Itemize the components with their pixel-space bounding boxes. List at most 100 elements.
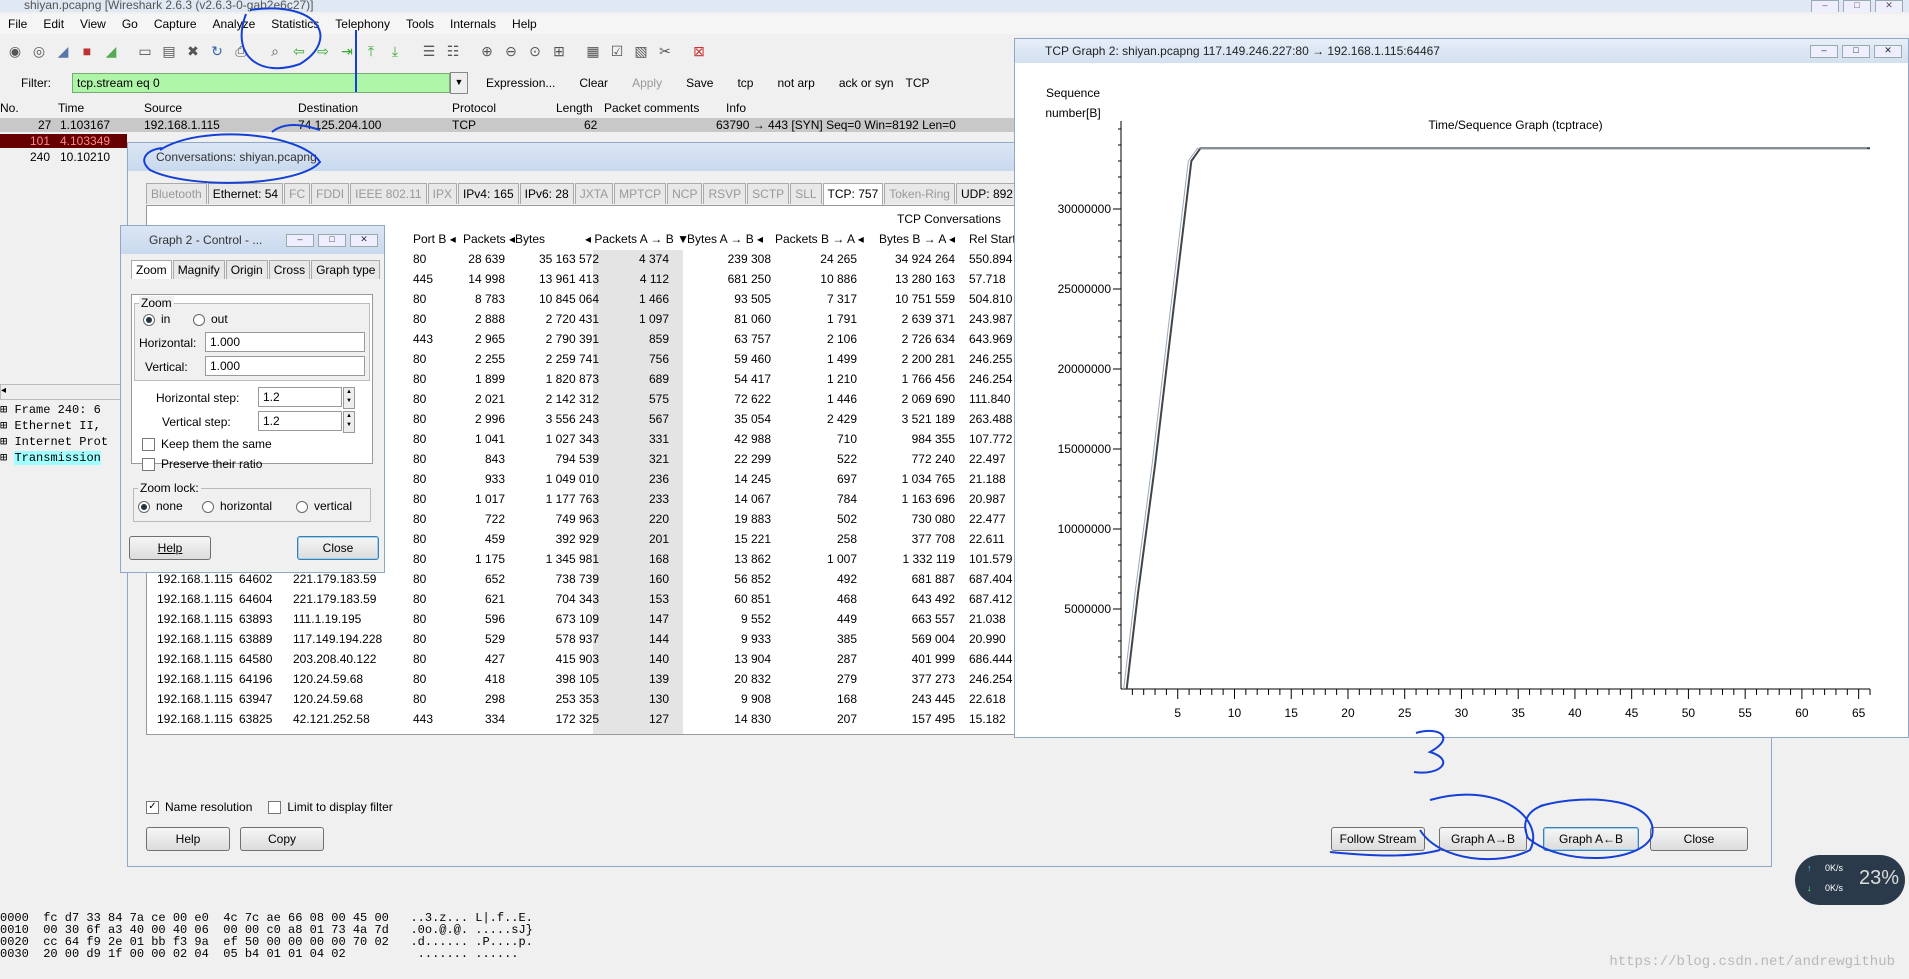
tab-mptcp[interactable]: MPTCP	[614, 183, 667, 204]
name-resolution-checkbox[interactable]: ✓ Name resolution	[146, 800, 252, 815]
menu-go[interactable]: Go	[114, 17, 146, 31]
start-capture-icon[interactable]: ◢	[52, 40, 74, 62]
close-conversations-button[interactable]: Close	[1650, 827, 1748, 851]
tab-ieee80211[interactable]: IEEE 802.11	[350, 183, 427, 204]
menu-edit[interactable]: Edit	[35, 17, 72, 31]
go-to-packet-icon[interactable]: ⇥	[336, 40, 358, 62]
apply-button[interactable]: Apply	[620, 76, 674, 90]
vertical-step-field[interactable]: 1.2	[258, 411, 342, 431]
header-port-b[interactable]: Port B ◂	[413, 232, 456, 246]
tree-item-ip[interactable]: ⊞ Internet Prot	[0, 434, 126, 450]
maximize-button[interactable]: □	[318, 234, 346, 247]
filter-shortcut-not-arp[interactable]: not arp	[765, 76, 826, 90]
menu-telephony[interactable]: Telephony	[327, 17, 398, 31]
header-bytes[interactable]: Bytes	[515, 232, 545, 246]
menu-view[interactable]: View	[72, 17, 114, 31]
tab-sll[interactable]: SLL	[790, 183, 822, 204]
menu-tools[interactable]: Tools	[398, 17, 442, 31]
tab-bluetooth[interactable]: Bluetooth	[146, 183, 207, 204]
last-packet-icon[interactable]: ⤓	[384, 40, 406, 62]
go-forward-icon[interactable]: ⇨	[312, 40, 334, 62]
open-file-icon[interactable]: ▭	[134, 40, 156, 62]
expand-icon[interactable]: ⊞	[0, 419, 14, 433]
header-packets[interactable]: Packets ◂	[463, 232, 515, 246]
print-icon[interactable]: ⎙	[230, 40, 252, 62]
first-packet-icon[interactable]: ⤒	[360, 40, 382, 62]
expand-icon[interactable]: ⊞	[0, 451, 14, 465]
horizontal-scrollbar[interactable]: ◂	[0, 384, 128, 400]
tab-zoom[interactable]: Zoom	[131, 260, 172, 279]
tab-fc[interactable]: FC	[284, 183, 311, 204]
copy-button[interactable]: Copy	[240, 827, 324, 851]
tab-udp[interactable]: UDP: 892	[955, 183, 1018, 204]
tab-ncp[interactable]: NCP	[667, 183, 703, 204]
interfaces-icon[interactable]: ◉	[4, 40, 26, 62]
limit-filter-checkbox[interactable]: Limit to display filter	[268, 800, 393, 815]
save-file-icon[interactable]: ▤	[158, 40, 180, 62]
tab-sctp[interactable]: SCTP	[747, 183, 790, 204]
filter-shortcut-tcp[interactable]: tcp	[725, 76, 765, 90]
filter-shortcut-tcp2[interactable]: TCP	[906, 76, 930, 90]
col-comments[interactable]: Packet comments	[604, 101, 726, 117]
vertical-step-spinner[interactable]: ▲ ▼	[343, 411, 355, 433]
menu-capture[interactable]: Capture	[146, 17, 205, 31]
zoom-in-icon[interactable]: ⊕	[476, 40, 498, 62]
col-destination[interactable]: Destination	[298, 101, 452, 117]
go-back-icon[interactable]: ⇦	[288, 40, 310, 62]
sequence-graph[interactable]: Time/Sequence Graph (tcptrace) Sequence nu…	[1015, 63, 1908, 737]
col-source[interactable]: Source	[144, 101, 298, 117]
filter-input[interactable]	[72, 73, 450, 93]
find-packet-icon[interactable]: ⌕	[264, 40, 286, 62]
tab-origin[interactable]: Origin	[225, 260, 268, 279]
packet-row[interactable]: 27 1.103167 192.168.1.115 74.125.204.100…	[0, 118, 1020, 132]
tab-rsvp[interactable]: RSVP	[703, 183, 747, 204]
zoom-out-icon[interactable]: ⊖	[500, 40, 522, 62]
packet-row[interactable]: 101 4.103349	[0, 134, 127, 148]
minimize-button[interactable]: –	[1811, 0, 1839, 12]
stop-capture-icon[interactable]: ■	[76, 40, 98, 62]
preferences-icon[interactable]: ✂	[654, 40, 676, 62]
minimize-button[interactable]: –	[1810, 45, 1838, 58]
minimize-button[interactable]: –	[286, 234, 314, 247]
header-packets-ab[interactable]: ◂ Packets A → B ▼	[585, 232, 689, 246]
horizontal-zoom-field[interactable]: 1.000	[205, 332, 365, 352]
tree-item-frame[interactable]: ⊞ Frame 240: 6	[0, 402, 126, 418]
close-button[interactable]: ✕	[1875, 0, 1903, 12]
follow-stream-button[interactable]: Follow Stream	[1331, 827, 1425, 851]
zoom-normal-icon[interactable]: ⊙	[524, 40, 546, 62]
expression-button[interactable]: Expression...	[474, 76, 567, 90]
close-file-icon[interactable]: ✖	[182, 40, 204, 62]
col-length[interactable]: Length	[556, 101, 604, 117]
graph-a-to-b-button[interactable]: Graph A→B	[1439, 827, 1527, 851]
tab-ipx[interactable]: IPX	[427, 183, 457, 204]
close-button[interactable]: ✕	[350, 234, 378, 247]
maximize-button[interactable]: □	[1843, 0, 1871, 12]
control-help-button[interactable]: Help	[129, 536, 211, 560]
clear-button[interactable]: Clear	[567, 76, 620, 90]
colorize-icon[interactable]: ☰	[418, 40, 440, 62]
header-bytes-ab[interactable]: Bytes A → B ◂	[687, 232, 763, 246]
menu-internals[interactable]: Internals	[442, 17, 504, 31]
col-protocol[interactable]: Protocol	[452, 101, 556, 117]
lock-vertical-radio[interactable]: vertical	[296, 499, 352, 513]
tab-cross[interactable]: Cross	[268, 260, 311, 279]
menu-help[interactable]: Help	[504, 17, 545, 31]
horizontal-step-field[interactable]: 1.2	[258, 387, 342, 407]
col-time[interactable]: Time	[58, 101, 144, 117]
control-close-button[interactable]: Close	[297, 536, 379, 560]
tab-jxta[interactable]: JXTA	[574, 183, 614, 204]
tree-item-tcp[interactable]: ⊞ Transmission	[0, 450, 126, 466]
lock-horizontal-radio[interactable]: horizontal	[202, 499, 272, 513]
restart-capture-icon[interactable]: ◢	[100, 40, 122, 62]
zoom-out-radio[interactable]: out	[193, 312, 228, 326]
tab-ipv4[interactable]: IPv4: 165	[457, 183, 519, 204]
menu-statistics[interactable]: Statistics	[263, 17, 327, 31]
menu-analyze[interactable]: Analyze	[205, 17, 264, 31]
packet-row[interactable]: 240 10.10210	[0, 150, 127, 164]
graph-b-to-a-button[interactable]: Graph A←B	[1543, 827, 1639, 851]
header-packets-ba[interactable]: Packets B → A ◂	[775, 232, 864, 246]
vertical-zoom-field[interactable]: 1.000	[205, 356, 365, 376]
tab-token-ring[interactable]: Token-Ring	[884, 183, 955, 204]
lock-none-radio[interactable]: none	[138, 499, 183, 513]
tab-ethernet[interactable]: Ethernet: 54	[207, 183, 284, 204]
